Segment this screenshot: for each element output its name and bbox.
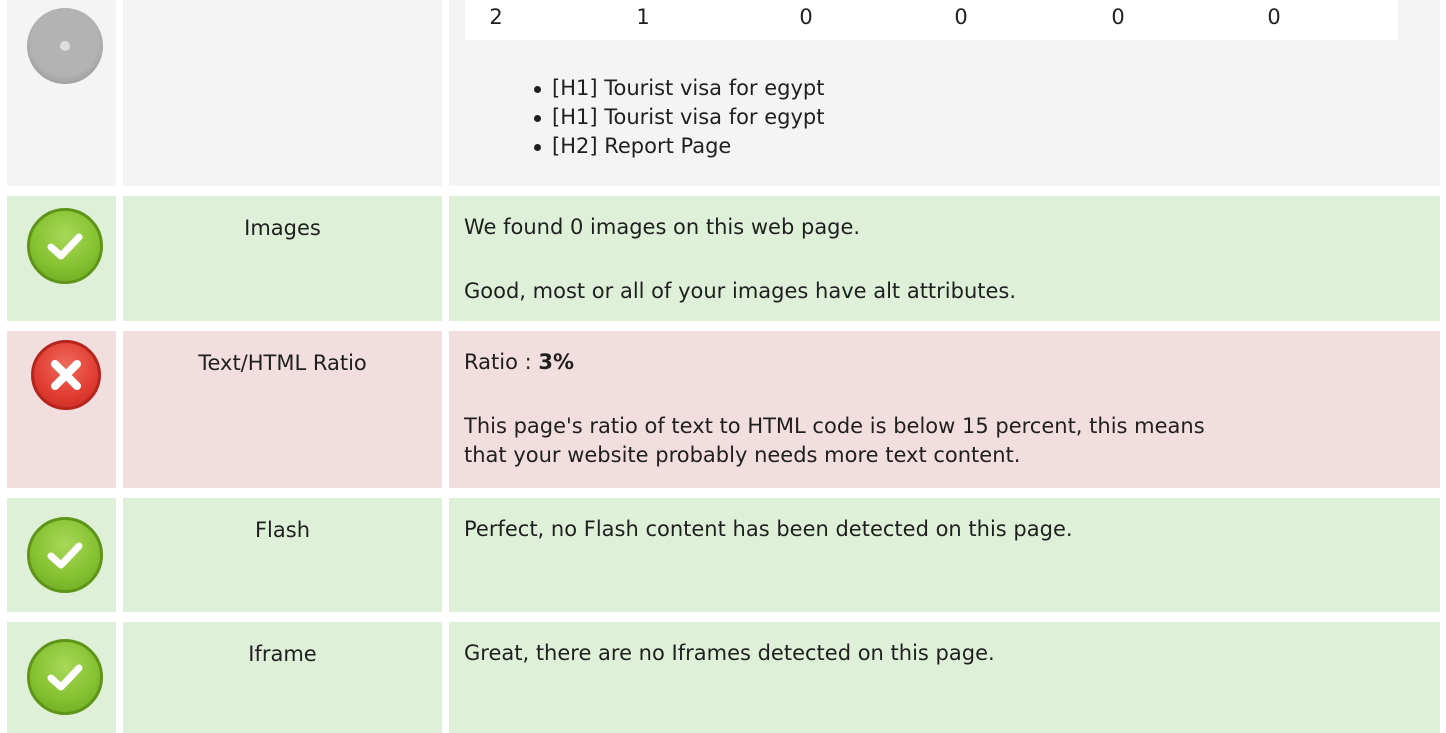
status-cell (7, 196, 116, 321)
status-cell (7, 622, 116, 733)
h2-count: 1 (636, 5, 650, 29)
ratio-prefix: Ratio : (464, 350, 539, 374)
h4-count: 0 (954, 5, 968, 29)
content-cell: Perfect, no Flash content has been detec… (449, 498, 1440, 612)
check-icon (27, 208, 103, 284)
ratio-explanation-2: that your website probably needs more te… (464, 443, 1021, 467)
list-item: [H1] Tourist visa for egypt (534, 103, 825, 132)
label-cell: Images (123, 196, 442, 321)
flash-row: Flash Perfect, no Flash content has been… (0, 498, 1446, 612)
images-row: Images We found 0 images on this web pag… (0, 196, 1446, 321)
iframe-row: Iframe Great, there are no Iframes detec… (0, 622, 1446, 733)
h5-count: 0 (1111, 5, 1125, 29)
ratio-explanation-1: This page's ratio of text to HTML code i… (464, 414, 1205, 438)
h6-count: 0 (1267, 5, 1281, 29)
list-item: [H1] Tourist visa for egypt (534, 74, 825, 103)
label-cell: Text/HTML Ratio (123, 331, 442, 488)
images-label: Images (244, 216, 321, 240)
label-cell: Flash (123, 498, 442, 612)
content-cell: We found 0 images on this web page. Good… (449, 196, 1440, 321)
label-cell: Iframe (123, 622, 442, 733)
images-count-text: We found 0 images on this web page. (464, 215, 861, 239)
h3-count: 0 (799, 5, 813, 29)
ratio-value-line: Ratio : 3% (464, 348, 574, 377)
iframe-text: Great, there are no Iframes detected on … (464, 641, 995, 665)
heading-count-table: 2 1 0 0 0 0 (465, 0, 1398, 40)
check-icon (27, 517, 103, 593)
ratio-value: 3% (538, 350, 574, 374)
ratio-row: Text/HTML Ratio Ratio : 3% This page's r… (0, 331, 1446, 488)
ratio-label: Text/HTML Ratio (198, 351, 367, 375)
status-cell (7, 498, 116, 612)
headings-row: 2 1 0 0 0 0 [H1] Tourist visa for egypt … (0, 0, 1446, 186)
heading-list: [H1] Tourist visa for egypt [H1] Tourist… (534, 74, 825, 161)
content-cell: Ratio : 3% This page's ratio of text to … (449, 331, 1440, 488)
images-alt-text: Good, most or all of your images have al… (464, 279, 1017, 303)
content-cell: 2 1 0 0 0 0 [H1] Tourist visa for egypt … (449, 0, 1440, 186)
cross-icon (31, 340, 101, 410)
content-cell: Great, there are no Iframes detected on … (449, 622, 1440, 733)
neutral-status-icon (27, 8, 103, 84)
status-cell (7, 0, 116, 186)
flash-text: Perfect, no Flash content has been detec… (464, 517, 1073, 541)
list-item: [H2] Report Page (534, 132, 825, 161)
h1-count: 2 (489, 5, 503, 29)
label-cell (123, 0, 442, 186)
iframe-label: Iframe (248, 642, 317, 666)
status-cell (7, 331, 116, 488)
flash-label: Flash (254, 518, 311, 542)
check-icon (27, 639, 103, 715)
